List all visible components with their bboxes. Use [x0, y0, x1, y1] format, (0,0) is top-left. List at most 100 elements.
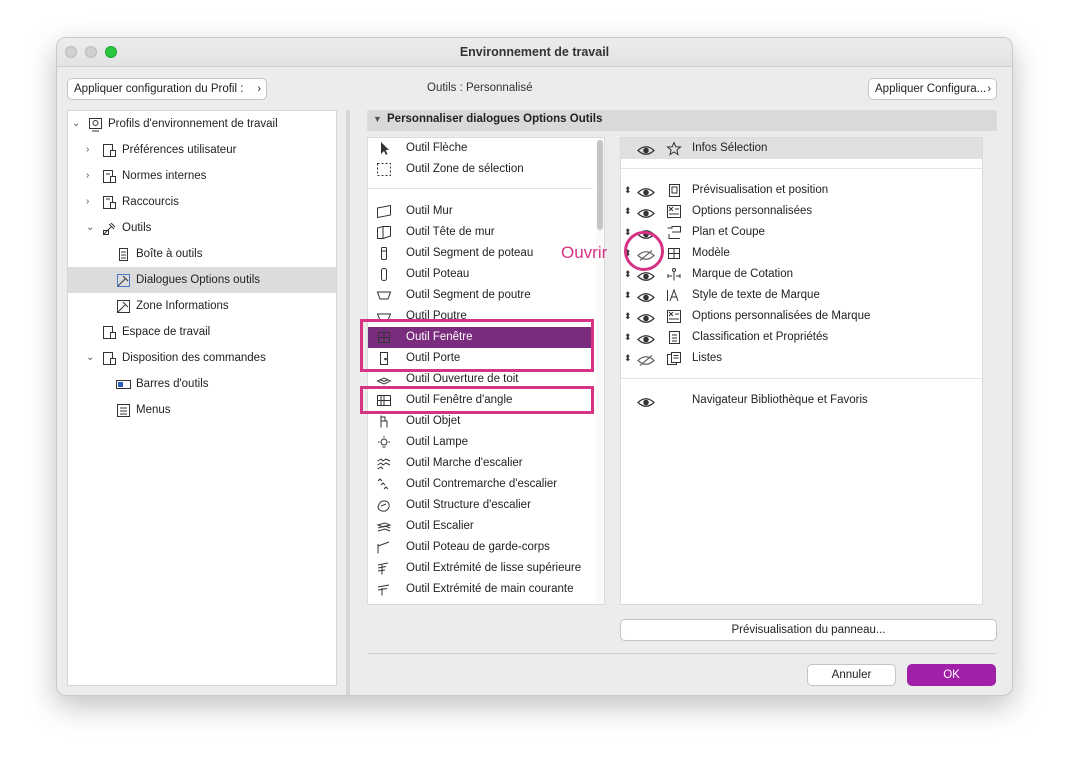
tool-list-item[interactable]: Outil Structure d'escalier: [368, 495, 593, 516]
eye-icon[interactable]: [637, 206, 655, 218]
preview-panel-button[interactable]: Prévisualisation du panneau...: [620, 619, 997, 641]
eye-icon[interactable]: [637, 395, 655, 407]
tool-label: Outil Escalier: [406, 520, 474, 532]
tool-list-item[interactable]: Outil Escalier: [368, 516, 593, 537]
handrail-end-tool-icon: [376, 582, 392, 597]
tool-list-item[interactable]: Outil Segment de poteau: [368, 243, 593, 264]
expanded-chevron-icon[interactable]: ⌄: [86, 215, 94, 241]
tree-item[interactable]: Menus: [68, 397, 336, 423]
panel-list-item[interactable]: ⬍ Listes: [621, 348, 982, 369]
tool-list-item[interactable]: Outil Tête de mur: [368, 222, 593, 243]
tree-item[interactable]: ⌄ Disposition des commandes: [68, 345, 336, 371]
reorder-handle-icon[interactable]: ⬍: [624, 201, 632, 222]
tool-list-item[interactable]: Outil Poteau: [368, 264, 593, 285]
tree-item-label: Boîte à outils: [136, 248, 203, 260]
tool-list-item[interactable]: Outil Flèche: [368, 138, 593, 159]
tool-label: Outil Lampe: [406, 436, 469, 448]
eye-icon[interactable]: [637, 332, 655, 344]
tool-label: Outil Extrémité de lisse: [406, 600, 524, 604]
tree-item[interactable]: Boîte à outils: [68, 241, 336, 267]
tool-list-item[interactable]: Outil Zone de sélection: [368, 159, 593, 180]
reorder-handle-icon[interactable]: ⬍: [624, 264, 632, 285]
reorder-handle-icon[interactable]: ⬍: [624, 180, 632, 201]
reorder-handle-icon[interactable]: ⬍: [624, 285, 632, 306]
expanded-chevron-icon[interactable]: ⌄: [86, 345, 94, 371]
panel-list-item[interactable]: ⬍ Classification et Propriétés: [621, 327, 982, 348]
panel-list-item[interactable]: ⬍ Options personnalisées: [621, 201, 982, 222]
panel-list-item[interactable]: ⬍ Options personnalisées de Marque: [621, 306, 982, 327]
panel-list-item[interactable]: ⬍ Modèle: [621, 243, 982, 264]
ok-button[interactable]: OK: [907, 664, 996, 686]
tree-item-label: Menus: [136, 404, 171, 416]
tool-list-item[interactable]: Outil Lampe: [368, 432, 593, 453]
reorder-handle-icon[interactable]: ⬍: [624, 348, 632, 369]
panel-list-item[interactable]: ⬍ Plan et Coupe: [621, 222, 982, 243]
tree-item[interactable]: ⌄ Profils d'environnement de travail: [68, 111, 336, 137]
split-divider[interactable]: [346, 110, 350, 695]
tree-item[interactable]: › Raccourcis: [68, 189, 336, 215]
tree-item-label: Zone Informations: [136, 300, 229, 312]
collapsed-chevron-icon[interactable]: ›: [86, 163, 89, 189]
eye-icon[interactable]: [637, 290, 655, 302]
tool-label: Outil Flèche: [406, 142, 468, 154]
panel-list-item[interactable]: ⬍ Style de texte de Marque: [621, 285, 982, 306]
tool-label: Outil Segment de poutre: [406, 289, 531, 301]
cancel-button[interactable]: Annuler: [807, 664, 896, 686]
tool-list-item[interactable]: Outil Poteau de garde-corps: [368, 537, 593, 558]
object-tool-icon: [376, 414, 392, 429]
toolbox-icon: [116, 246, 131, 261]
stair-tread-tool-icon: [376, 456, 392, 471]
panel-label: Options personnalisées de Marque: [692, 310, 871, 322]
tree-item[interactable]: › Normes internes: [68, 163, 336, 189]
panel-label: Listes: [692, 352, 723, 364]
tool-list-scroll-thumb[interactable]: [597, 140, 603, 230]
tree-item-label: Espace de travail: [122, 326, 211, 338]
panel-list-item[interactable]: Navigateur Bibliothèque et Favoris: [621, 390, 982, 411]
settings-tree: ⌄ Profils d'environnement de travail › Préf…: [67, 110, 337, 686]
panel-list-item[interactable]: ⬍ Prévisualisation et position: [621, 180, 982, 201]
tool-label: Outil Tête de mur: [406, 226, 495, 238]
apply-profile-button[interactable]: Appliquer configuration du Profil : ›: [67, 78, 267, 100]
tool-label: Outil Structure d'escalier: [406, 499, 531, 511]
skylight-tool-icon: [376, 372, 392, 387]
eye-icon[interactable]: [637, 185, 655, 197]
eye-icon[interactable]: [637, 311, 655, 323]
window-title: Environnement de travail: [459, 45, 610, 59]
panel-list-item[interactable]: ⬍ Marque de Cotation: [621, 264, 982, 285]
tool-list-item[interactable]: Outil Extrémité de lisse: [368, 600, 593, 604]
marker-custom-options-icon: [666, 309, 682, 324]
tree-item[interactable]: Zone Informations: [68, 293, 336, 319]
tool-list-item[interactable]: Outil Extrémité de lisse supérieure: [368, 558, 593, 579]
tree-item-label: Barres d'outils: [136, 378, 209, 390]
tool-label: Outil Extrémité de lisse supérieure: [406, 562, 582, 574]
tree-item[interactable]: Dialogues Options outils: [68, 267, 336, 293]
section-header[interactable]: ▼ Personnaliser dialogues Options Outils: [367, 110, 997, 131]
tree-item[interactable]: Espace de travail: [68, 319, 336, 345]
eye-icon[interactable]: [637, 143, 655, 155]
tool-list-item[interactable]: Outil Extrémité de main courante: [368, 579, 593, 600]
tool-list-item[interactable]: Outil Contremarche d'escalier: [368, 474, 593, 495]
panel-list-scrollbar[interactable]: [982, 138, 983, 604]
tool-list-item[interactable]: Outil Mur: [368, 201, 593, 222]
standards-icon: [102, 168, 117, 183]
expanded-chevron-icon[interactable]: ⌄: [72, 111, 80, 137]
command-layout-icon: [102, 350, 117, 365]
tool-list-item[interactable]: Outil Segment de poutre: [368, 285, 593, 306]
reorder-handle-icon[interactable]: ⬍: [624, 327, 632, 348]
dimension-marker-icon: [666, 267, 682, 282]
wall-end-tool-icon: [376, 225, 392, 240]
shortcuts-icon: [102, 194, 117, 209]
tree-item[interactable]: › Préférences utilisateur: [68, 137, 336, 163]
tree-item[interactable]: Barres d'outils: [68, 371, 336, 397]
tool-label: Outil Poteau de garde-corps: [406, 541, 550, 553]
tree-item-label: Profils d'environnement de travail: [108, 118, 278, 130]
panel-list-item[interactable]: Infos Sélection: [621, 138, 982, 159]
tree-item[interactable]: ⌄ Outils: [68, 215, 336, 241]
collapsed-chevron-icon[interactable]: ›: [86, 137, 89, 163]
reorder-handle-icon[interactable]: ⬍: [624, 306, 632, 327]
apply-configuration-button[interactable]: Appliquer Configura... ›: [868, 78, 997, 100]
collapsed-chevron-icon[interactable]: ›: [86, 189, 89, 215]
tool-list-item[interactable]: Outil Objet: [368, 411, 593, 432]
tool-list-item[interactable]: Outil Marche d'escalier: [368, 453, 593, 474]
eye-hidden-icon[interactable]: [637, 353, 655, 366]
